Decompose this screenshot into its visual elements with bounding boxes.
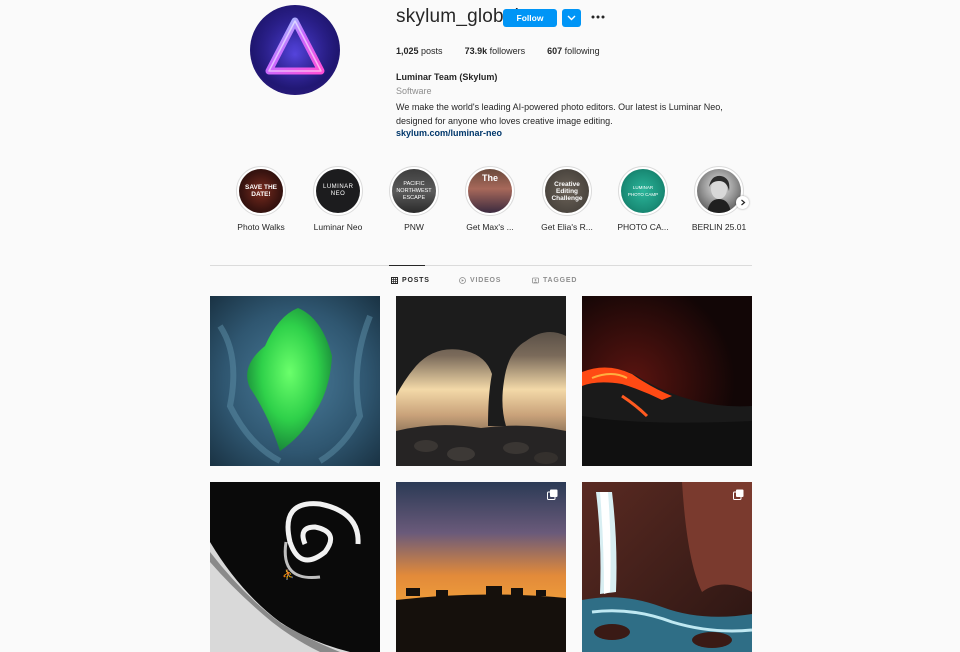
profile-full-name: Luminar Team (Skylum): [396, 72, 498, 82]
following-label: following: [564, 46, 600, 56]
bio-line: We make the world's leading AI-powered p…: [396, 102, 723, 112]
highlight-label: PHOTO CA...: [617, 222, 669, 232]
highlight-cover-ring: PACIFIC NORTHWEST ESCAPE: [389, 166, 439, 216]
highlight-cover-ring: LUMINAR PHOTO CAMP: [618, 166, 668, 216]
highlight-cover-ring: SAVE THE DATE!: [236, 166, 286, 216]
posts-stat: 1,025 posts: [396, 46, 443, 56]
post-lava-flow[interactable]: [582, 296, 752, 466]
post-image: [582, 482, 752, 652]
profile-stats: 1,025 posts 73.9k followers 607 followin…: [396, 46, 622, 56]
highlight-cover: LUMINAR NEO: [316, 169, 360, 213]
post-ice-cave-aurora[interactable]: [210, 296, 380, 466]
highlight-get-elias[interactable]: Creative Editing Challenge Get Elia's R.…: [532, 166, 602, 232]
highlight-cover-ring: LUMINAR NEO: [313, 166, 363, 216]
highlight-label: PNW: [404, 222, 424, 232]
tab-tagged[interactable]: TAGGED: [532, 277, 577, 284]
highlight-cover: Creative Editing Challenge: [545, 169, 589, 213]
highlight-cover: SAVE THE DATE!: [239, 169, 283, 213]
tabs-divider: [210, 265, 752, 266]
highlight-cover: [697, 169, 741, 213]
highlight-cover-text: PACIFIC NORTHWEST ESCAPE: [396, 180, 432, 201]
highlight-label: BERLIN 25.01: [691, 222, 747, 232]
highlight-cover-text: Creative Editing Challenge: [551, 180, 583, 202]
video-icon: [459, 277, 466, 284]
tag-icon: [532, 277, 539, 284]
followers-label: followers: [489, 46, 526, 56]
profile-bio: We make the world's leading AI-powered p…: [396, 100, 746, 128]
suggested-accounts-dropdown-button[interactable]: [562, 9, 581, 27]
highlight-cover-text: LUMINAR NEO: [323, 184, 354, 197]
highlight-cover: The: [468, 169, 512, 213]
followers-count: 73.9k: [464, 46, 488, 56]
follow-button[interactable]: Follow: [503, 9, 557, 27]
highlight-pnw[interactable]: PACIFIC NORTHWEST ESCAPE PNW: [379, 166, 449, 232]
highlight-cover-text: LUMINAR PHOTO CAMP: [627, 185, 659, 197]
more-options-icon: [591, 15, 605, 19]
carousel-icon: [547, 489, 558, 500]
post-image: [396, 296, 566, 466]
highlight-photo-walks[interactable]: SAVE THE DATE! Photo Walks: [226, 166, 296, 232]
tab-videos-label: VIDEOS: [470, 277, 502, 284]
highlight-photo-camp[interactable]: LUMINAR PHOTO CAMP PHOTO CA...: [608, 166, 678, 232]
highlight-label: Luminar Neo: [313, 222, 363, 232]
profile-avatar[interactable]: [250, 5, 340, 95]
post-image: [396, 482, 566, 652]
highlight-label: Get Elia's R...: [541, 222, 593, 232]
following-stat[interactable]: 607 following: [547, 46, 600, 56]
posts-label: posts: [421, 46, 443, 56]
highlight-cover-text: SAVE THE DATE!: [244, 184, 278, 198]
post-sunset-herd[interactable]: [396, 482, 566, 652]
following-count: 607: [547, 46, 563, 56]
posts-count: 1,025: [396, 46, 419, 56]
profile-website-link[interactable]: skylum.com/luminar-neo: [396, 128, 502, 138]
highlight-cover: LUMINAR PHOTO CAMP: [621, 169, 665, 213]
bio-line: designed for anyone who loves creative i…: [396, 116, 613, 126]
highlights-next-button[interactable]: [736, 196, 749, 209]
post-sea-arch[interactable]: [396, 296, 566, 466]
more-options-button[interactable]: [590, 8, 606, 26]
tab-posts-label: POSTS: [402, 277, 430, 284]
chevron-down-icon: [567, 15, 576, 21]
followers-stat[interactable]: 73.9k followers: [465, 46, 526, 56]
post-waterfall[interactable]: [582, 482, 752, 652]
highlight-cover-ring: Creative Editing Challenge: [542, 166, 592, 216]
tab-posts[interactable]: POSTS: [391, 277, 430, 284]
highlight-cover-text: The: [481, 173, 498, 183]
tab-videos[interactable]: VIDEOS: [459, 277, 501, 284]
highlight-cover: PACIFIC NORTHWEST ESCAPE: [392, 169, 436, 213]
grid-icon: [391, 277, 398, 284]
highlight-luminar-neo[interactable]: LUMINAR NEO Luminar Neo: [303, 166, 373, 232]
active-tab-indicator: [389, 265, 425, 266]
post-image: [210, 296, 380, 466]
post-image: ⛹: [210, 482, 380, 652]
tab-tagged-label: TAGGED: [543, 277, 578, 284]
highlight-label: Get Max's ...: [466, 222, 514, 232]
portrait-photo: [707, 175, 731, 213]
luminar-logo-icon: [250, 5, 340, 95]
story-highlights: SAVE THE DATE! Photo Walks LUMINAR NEO L…: [226, 166, 766, 240]
profile-username: skylum_global: [396, 6, 519, 27]
highlight-label: Photo Walks: [237, 222, 285, 232]
chevron-right-icon: [740, 199, 745, 206]
svg-text:⛹: ⛹: [282, 568, 294, 581]
post-image: [582, 296, 752, 466]
carousel-icon: [733, 489, 744, 500]
post-spiral-staircase[interactable]: ⛹: [210, 482, 380, 652]
highlight-get-maxs[interactable]: The Get Max's ...: [455, 166, 525, 232]
highlight-cover-ring: [694, 166, 744, 216]
profile-category: Software: [396, 86, 432, 96]
highlight-cover-ring: The: [465, 166, 515, 216]
